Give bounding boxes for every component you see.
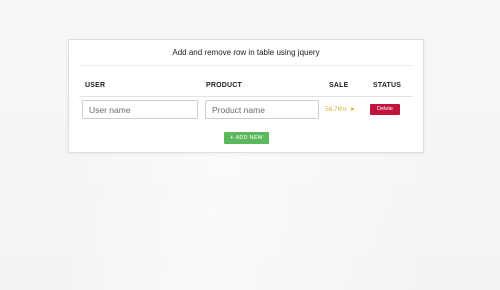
add-new-button[interactable]: + ADD NEW <box>224 132 269 144</box>
sale-text: 56.76% <box>325 106 348 113</box>
add-new-label: ADD NEW <box>235 135 263 141</box>
background-decoration <box>70 150 430 290</box>
sale-value: 56.76% ➤ <box>325 106 355 113</box>
column-header-status: STATUS <box>373 82 402 89</box>
title-divider <box>79 65 413 66</box>
card-title: Add and remove row in table using jquery <box>172 48 320 57</box>
column-header-sale: SALE <box>329 82 349 89</box>
delete-button[interactable]: Delete <box>370 104 400 115</box>
header-divider <box>79 96 413 97</box>
column-header-product: PRODUCT <box>206 82 243 89</box>
arrow-icon: ➤ <box>349 107 355 113</box>
table-card: Add and remove row in table using jquery… <box>68 39 424 153</box>
user-name-input[interactable] <box>82 100 198 119</box>
plus-icon: + <box>230 135 234 141</box>
column-header-user: USER <box>85 82 106 89</box>
product-name-input[interactable] <box>205 100 319 119</box>
